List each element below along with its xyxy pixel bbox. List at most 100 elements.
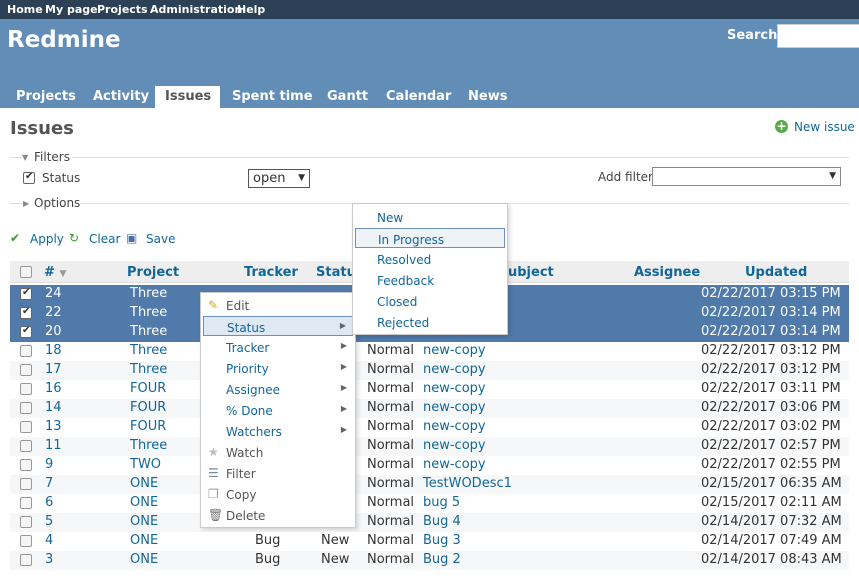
row-checkbox[interactable] xyxy=(20,535,32,547)
issue-id[interactable]: 20 xyxy=(45,324,62,339)
context-menu-item-edit[interactable]: ✎ Edit xyxy=(203,295,353,315)
issue-project[interactable]: Three xyxy=(130,305,167,320)
issue-project[interactable]: ONE xyxy=(130,495,158,510)
context-menu-item-assignee[interactable]: Assignee ▶ xyxy=(203,379,353,399)
row-checkbox[interactable] xyxy=(20,325,32,338)
issue-id[interactable]: 14 xyxy=(45,400,62,415)
column-header-subject[interactable]: ubject xyxy=(508,265,554,280)
tab-gantt[interactable]: Gantt xyxy=(327,86,368,108)
row-checkbox[interactable] xyxy=(20,364,32,376)
issue-project[interactable]: Three xyxy=(130,324,167,339)
tab-activity[interactable]: Activity xyxy=(93,86,149,108)
top-menu-projects[interactable]: Projects xyxy=(97,3,148,16)
context-menu-item-done[interactable]: % Done ▶ xyxy=(203,400,353,420)
issue-id[interactable]: 17 xyxy=(45,362,62,377)
table-row[interactable]: 3 ONE Bug New Normal Bug 2 02/14/2017 08:43 AM xyxy=(10,551,849,570)
issue-id[interactable]: 6 xyxy=(45,495,53,510)
issue-id[interactable]: 22 xyxy=(45,305,62,320)
tab-spent-time[interactable]: Spent time xyxy=(232,86,313,108)
top-menu-help[interactable]: Help xyxy=(237,3,265,16)
column-header-project[interactable]: Project xyxy=(127,265,179,280)
search-input[interactable] xyxy=(777,24,859,48)
apply-button[interactable]: ✔ Apply xyxy=(10,231,65,247)
table-row[interactable]: 16 FOUR Normal new-copy 02/22/2017 03:11 PM xyxy=(10,380,849,399)
issue-id[interactable]: 9 xyxy=(45,457,53,472)
issue-id[interactable]: 11 xyxy=(45,438,62,453)
context-menu-item-copy[interactable]: ❐ Copy xyxy=(203,484,353,504)
context-menu-item-filter[interactable]: ☰ Filter xyxy=(203,463,353,483)
collapse-arrow-icon[interactable]: ▼ xyxy=(22,153,28,162)
row-checkbox[interactable] xyxy=(20,345,32,357)
issue-subject[interactable]: Bug 2 xyxy=(423,552,461,567)
tab-projects[interactable]: Projects xyxy=(16,86,76,108)
row-checkbox[interactable] xyxy=(20,306,32,319)
table-row[interactable]: 18 Three Normal new-copy 02/22/2017 03:12 PM xyxy=(10,342,849,361)
issue-id[interactable]: 3 xyxy=(45,552,53,567)
context-menu-item-tracker[interactable]: Tracker ▶ xyxy=(203,337,353,357)
issue-subject[interactable]: bug 5 xyxy=(423,495,460,510)
issue-subject[interactable]: new-copy xyxy=(423,419,486,434)
issue-subject[interactable]: new-copy xyxy=(423,381,486,396)
tab-issues[interactable]: Issues xyxy=(155,86,220,108)
status-option-new[interactable]: New xyxy=(355,207,505,227)
row-checkbox[interactable] xyxy=(20,421,32,433)
expand-arrow-icon[interactable]: ▶ xyxy=(23,199,29,208)
save-button[interactable]: ▣ Save xyxy=(126,231,176,247)
issue-id[interactable]: 13 xyxy=(45,419,62,434)
issue-id[interactable]: 7 xyxy=(45,476,53,491)
issue-subject[interactable]: Bug 4 xyxy=(423,514,461,529)
table-row[interactable]: 17 Three Normal new-copy 02/22/2017 03:12 PM xyxy=(10,361,849,380)
issue-id[interactable]: 16 xyxy=(45,381,62,396)
issue-id[interactable]: 5 xyxy=(45,514,53,529)
issue-subject[interactable]: new-copy xyxy=(423,457,486,472)
row-checkbox[interactable] xyxy=(20,516,32,528)
column-header-id[interactable]: # ▼ xyxy=(44,265,66,280)
issue-id[interactable]: 4 xyxy=(45,533,53,548)
context-menu-item-status[interactable]: Status ▶ xyxy=(203,316,353,336)
filters-legend[interactable]: Filters xyxy=(34,150,70,164)
top-menu-home[interactable]: Home xyxy=(7,3,43,16)
status-operator-select[interactable]: open ▼ xyxy=(248,169,310,188)
table-row[interactable]: 4 ONE Bug New Normal Bug 3 02/14/2017 07:49 AM xyxy=(10,532,849,551)
table-row[interactable]: 7 ONE Normal TestWODesc1 02/15/2017 06:35 AM xyxy=(10,475,849,494)
issue-subject[interactable]: new-copy xyxy=(423,400,486,415)
column-header-assignee[interactable]: Assignee xyxy=(634,265,700,280)
context-menu-item-watch[interactable]: ★ Watch xyxy=(203,442,353,462)
status-filter-checkbox[interactable] xyxy=(23,171,35,184)
top-menu-my-page[interactable]: My page xyxy=(45,3,98,16)
top-menu-administration[interactable]: Administration xyxy=(150,3,242,16)
row-checkbox[interactable] xyxy=(20,402,32,414)
issue-project[interactable]: Three xyxy=(130,362,167,377)
context-menu-item-delete[interactable]: 🗑 Delete xyxy=(203,505,353,525)
issue-id[interactable]: 18 xyxy=(45,343,62,358)
table-row[interactable]: 14 FOUR Normal new-copy 02/22/2017 03:06 PM xyxy=(10,399,849,418)
column-header-updated[interactable]: Updated xyxy=(745,265,807,280)
options-legend[interactable]: Options xyxy=(34,196,80,210)
row-checkbox[interactable] xyxy=(20,497,32,509)
table-row[interactable]: 11 Three Normal new-copy 02/22/2017 02:57 PM xyxy=(10,437,849,456)
row-checkbox[interactable] xyxy=(20,287,32,300)
row-checkbox[interactable] xyxy=(20,440,32,452)
context-menu-item-watchers[interactable]: Watchers ▶ xyxy=(203,421,353,441)
issue-subject[interactable]: new-copy xyxy=(423,343,486,358)
row-checkbox[interactable] xyxy=(20,478,32,490)
issue-project[interactable]: FOUR xyxy=(130,381,166,396)
select-all-checkbox[interactable] xyxy=(20,266,32,278)
tab-calendar[interactable]: Calendar xyxy=(386,86,451,108)
context-menu-item-priority[interactable]: Priority ▶ xyxy=(203,358,353,378)
issue-project[interactable]: Three xyxy=(130,343,167,358)
issue-project[interactable]: ONE xyxy=(130,552,158,567)
status-option-resolved[interactable]: Resolved xyxy=(355,249,505,269)
status-option-in-progress[interactable]: In Progress xyxy=(355,228,505,248)
status-option-rejected[interactable]: Rejected xyxy=(355,312,505,332)
issue-subject[interactable]: new-copy xyxy=(423,362,486,377)
column-header-tracker[interactable]: Tracker xyxy=(244,265,298,280)
issue-project[interactable]: FOUR xyxy=(130,400,166,415)
table-row[interactable]: 9 TWO Normal new-copy 02/22/2017 02:55 PM xyxy=(10,456,849,475)
issue-project[interactable]: TWO xyxy=(130,457,161,472)
row-checkbox[interactable] xyxy=(20,383,32,395)
column-header-status[interactable]: Statu xyxy=(316,265,356,280)
issue-project[interactable]: Three xyxy=(130,286,167,301)
issue-subject[interactable]: Bug 3 xyxy=(423,533,461,548)
table-row[interactable]: 5 ONE Normal Bug 4 02/14/2017 07:32 AM xyxy=(10,513,849,532)
